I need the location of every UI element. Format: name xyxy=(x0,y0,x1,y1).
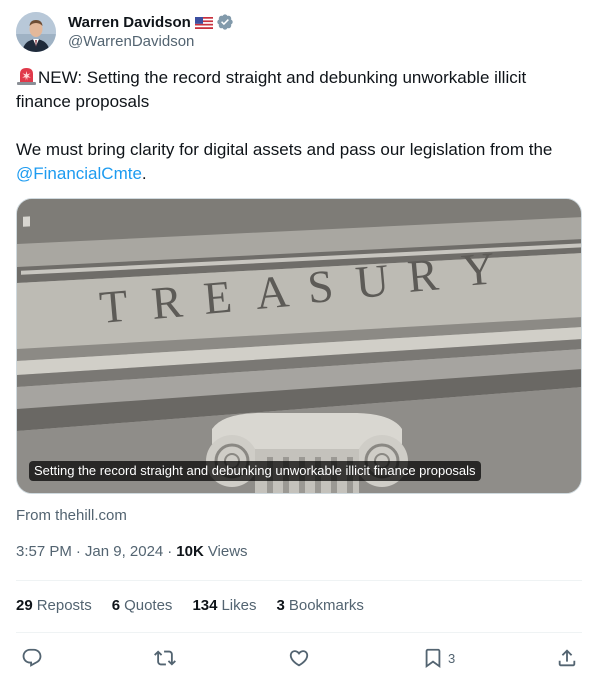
svg-text:Y: Y xyxy=(459,242,497,296)
card-source[interactable]: From thehill.com xyxy=(16,507,127,524)
reply-icon xyxy=(22,648,42,667)
meta-separator-2: · xyxy=(167,543,173,560)
svg-text:R: R xyxy=(405,248,440,302)
siren-icon xyxy=(16,66,37,86)
repost-icon xyxy=(154,650,176,666)
author-handle[interactable]: @WarrenDavidson xyxy=(68,32,234,52)
svg-text:U: U xyxy=(353,254,391,308)
svg-text:A: A xyxy=(253,265,291,319)
views-count: 10K xyxy=(176,543,204,560)
engagement-stats: 29 Reposts 6 Quotes 134 Likes 3 Bookmark… xyxy=(16,597,384,614)
us-flag-icon xyxy=(194,16,213,29)
mention-link[interactable]: @FinancialCmte xyxy=(16,164,142,183)
meta-separator: · xyxy=(75,543,81,560)
reposts-stat[interactable]: 29 Reposts xyxy=(16,597,92,614)
tweet-text: NEW: Setting the record straight and deb… xyxy=(16,66,582,186)
quotes-count: 6 xyxy=(111,597,121,614)
tweet-line-1: NEW: Setting the record straight and deb… xyxy=(16,68,527,111)
svg-text:R: R xyxy=(149,275,184,329)
reposts-label: Reposts xyxy=(36,597,92,614)
avatar[interactable] xyxy=(16,12,56,52)
divider xyxy=(16,580,582,581)
author-display-name[interactable]: Warren Davidson xyxy=(68,14,191,31)
quotes-label: Quotes xyxy=(124,597,173,614)
tweet-line-2: We must bring clarity for digital assets… xyxy=(16,140,553,159)
bookmarks-count: 3 xyxy=(276,597,285,614)
repost-button[interactable] xyxy=(154,646,176,670)
likes-count: 134 xyxy=(192,597,218,614)
action-bar: 3 xyxy=(16,646,582,670)
link-card[interactable]: T R E A S U R Y Setting the record strai… xyxy=(16,198,582,494)
reply-button[interactable] xyxy=(21,646,43,670)
bookmark-count: 3 xyxy=(448,650,456,666)
views-label: Views xyxy=(207,543,248,560)
heart-icon xyxy=(289,650,309,667)
svg-text:S: S xyxy=(305,260,335,313)
tweet-line-2-end: . xyxy=(141,164,147,183)
bookmark-button[interactable]: 3 xyxy=(422,646,455,670)
like-button[interactable] xyxy=(288,646,310,670)
card-caption: Setting the record straight and debunkin… xyxy=(29,461,481,481)
svg-text:T: T xyxy=(97,280,129,333)
bookmarks-stat[interactable]: 3 Bookmarks xyxy=(277,597,364,614)
quotes-stat[interactable]: 6 Quotes xyxy=(112,597,173,614)
verified-badge-icon[interactable] xyxy=(216,13,234,31)
likes-stat[interactable]: 134 Likes xyxy=(192,597,256,614)
tweet-meta: 3:57 PM · Jan 9, 2024 · 10K Views xyxy=(16,543,248,560)
share-icon xyxy=(558,649,576,667)
bookmark-icon xyxy=(425,648,441,669)
tweet-date[interactable]: Jan 9, 2024 xyxy=(85,543,163,560)
tweet-paragraph-2: We must bring clarity for digital assets… xyxy=(16,138,582,186)
tweet-header: Warren Davidson @WarrenDavidson xyxy=(16,12,234,52)
treasury-photo: T R E A S U R Y xyxy=(17,199,581,493)
svg-text:E: E xyxy=(201,271,233,324)
tweet-paragraph-1: NEW: Setting the record straight and deb… xyxy=(16,66,582,114)
divider xyxy=(16,632,582,633)
bookmarks-label: Bookmarks xyxy=(288,597,364,614)
likes-label: Likes xyxy=(221,597,257,614)
share-button[interactable] xyxy=(556,646,578,670)
reposts-count: 29 xyxy=(16,597,33,614)
tweet-time[interactable]: 3:57 PM xyxy=(16,543,72,560)
